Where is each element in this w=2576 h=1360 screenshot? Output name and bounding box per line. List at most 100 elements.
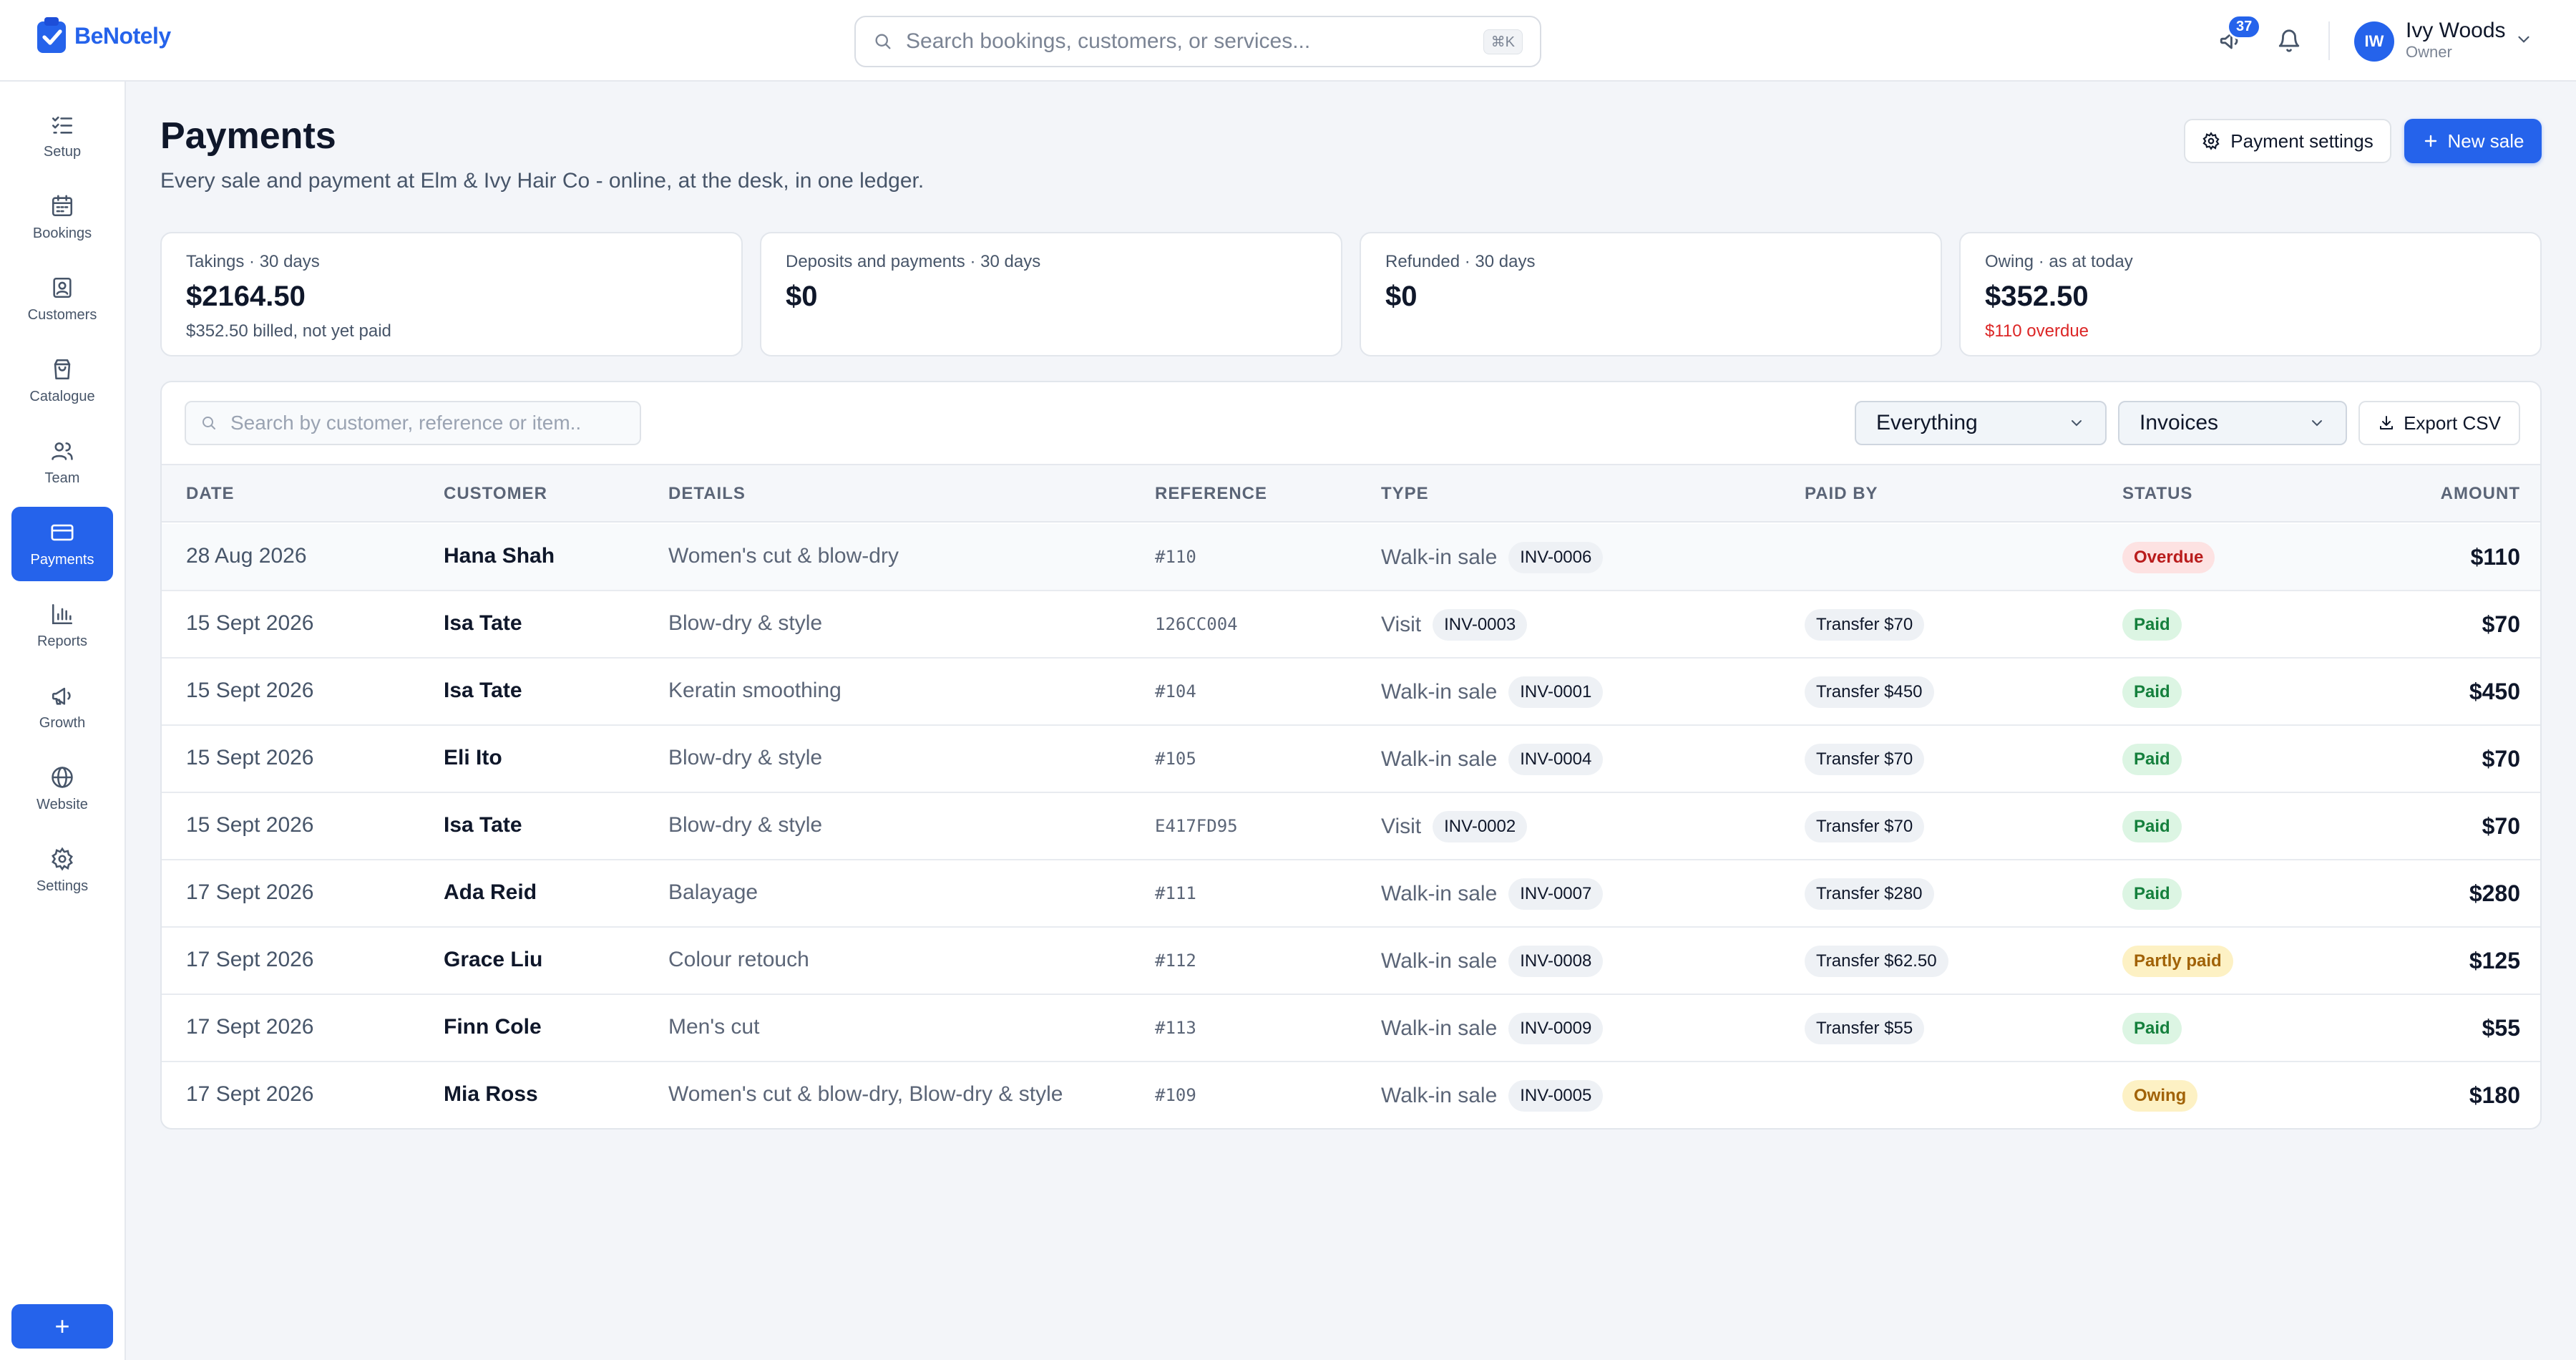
row-customer[interactable]: Hana Shah — [444, 544, 555, 568]
sidebar-item-label: Catalogue — [29, 388, 95, 404]
row-customer[interactable]: Grace Liu — [444, 948, 542, 972]
invoice-chip[interactable]: INV-0005 — [1508, 1080, 1604, 1112]
row-type: Walk-in sale INV-0008 — [1381, 943, 1604, 979]
payment-method-chip: Transfer $62.50 — [1805, 946, 1948, 977]
user-name[interactable]: Ivy Woods — [2406, 19, 2506, 43]
new-sale-label: New sale — [2447, 130, 2524, 152]
notifications-button[interactable] — [2273, 24, 2306, 57]
ledger-search-input[interactable]: Search by customer, reference or item.. — [230, 412, 581, 434]
sidebar-item-bookings[interactable]: Bookings — [11, 180, 113, 255]
invoice-chip[interactable]: INV-0003 — [1433, 609, 1528, 641]
row-reference[interactable]: #111 — [1155, 883, 1196, 903]
table-row[interactable]: 15 Sept 2026 Isa Tate Keratin smoothing #10… — [162, 659, 2540, 726]
row-reference[interactable]: #109 — [1155, 1085, 1196, 1105]
table-row[interactable]: 15 Sept 2026 Isa Tate Blow-dry & style E417… — [162, 793, 2540, 860]
stat-subtext-overdue: $110 overdue — [1985, 321, 2089, 341]
sidebar-item-team[interactable]: Team — [11, 425, 113, 500]
row-reference[interactable]: #110 — [1155, 547, 1196, 567]
table-row[interactable]: 15 Sept 2026 Isa Tate Blow-dry & style 126C… — [162, 591, 2540, 659]
scope-filter-select[interactable]: Everything — [1855, 401, 2107, 445]
column-header-customer[interactable]: CUSTOMER — [444, 484, 547, 504]
row-customer[interactable]: Isa Tate — [444, 679, 522, 703]
column-header-paid-by[interactable]: PAID BY — [1805, 484, 1878, 504]
row-reference[interactable]: #105 — [1155, 749, 1196, 769]
row-date: 17 Sept 2026 — [186, 1082, 314, 1106]
sidebar-item-catalogue[interactable]: Catalogue — [11, 344, 113, 418]
row-status: Paid — [2122, 742, 2182, 777]
row-type-label: Visit — [1381, 815, 1422, 838]
row-type-label: Visit — [1381, 613, 1422, 636]
invoice-chip[interactable]: INV-0001 — [1508, 676, 1604, 708]
status-badge: Paid — [2122, 744, 2182, 775]
sidebar-item-customers[interactable]: Customers — [11, 262, 113, 336]
row-reference[interactable]: E417FD95 — [1155, 816, 1238, 836]
global-search[interactable]: Search bookings, customers, or services.… — [854, 16, 1541, 67]
brand-logo[interactable]: BeNotely — [34, 16, 171, 56]
export-csv-label: Export CSV — [2404, 412, 2501, 434]
global-search-input[interactable]: Search bookings, customers, or services.… — [906, 29, 1483, 54]
invoice-chip[interactable]: INV-0002 — [1433, 811, 1528, 842]
user-avatar[interactable]: IW — [2354, 21, 2394, 62]
top-bar: BeNotely Search bookings, customers, or … — [0, 0, 2576, 82]
sidebar-item-setup[interactable]: Setup — [11, 99, 113, 173]
chevron-down-icon[interactable] — [2514, 30, 2533, 49]
gear-icon — [52, 847, 73, 870]
row-type: Walk-in sale INV-0004 — [1381, 742, 1604, 777]
invoice-chip[interactable]: INV-0007 — [1508, 878, 1604, 910]
payment-settings-button[interactable]: Payment settings — [2184, 119, 2391, 163]
column-header-amount[interactable]: AMOUNT — [2441, 484, 2520, 504]
sidebar-item-label: Reports — [36, 633, 88, 649]
row-customer[interactable]: Isa Tate — [444, 611, 522, 636]
new-sale-button[interactable]: New sale — [2404, 119, 2542, 163]
sidebar-item-growth[interactable]: Growth — [11, 670, 113, 744]
row-reference[interactable]: #113 — [1155, 1018, 1196, 1038]
user-role: Owner — [2406, 43, 2452, 61]
row-customer[interactable]: Mia Ross — [444, 1082, 538, 1107]
row-status: Paid — [2122, 607, 2182, 643]
sidebar-item-settings[interactable]: Settings — [11, 833, 113, 908]
logo-icon — [37, 17, 66, 53]
payment-method-chip: Transfer $70 — [1805, 609, 1925, 641]
row-reference[interactable]: 126CC004 — [1155, 614, 1238, 634]
row-status: Paid — [2122, 876, 2182, 912]
export-csv-button[interactable]: Export CSV — [2358, 401, 2520, 445]
payments-ledger: Search by customer, reference or item.. … — [160, 381, 2542, 1130]
invoice-chip[interactable]: INV-0008 — [1508, 946, 1604, 977]
quick-add-button[interactable]: + — [11, 1304, 113, 1349]
ledger-search[interactable]: Search by customer, reference or item.. — [185, 401, 641, 445]
invoice-chip[interactable]: INV-0009 — [1508, 1013, 1604, 1044]
sidebar-item-payments[interactable]: Payments — [11, 507, 113, 581]
row-customer[interactable]: Ada Reid — [444, 880, 537, 905]
column-header-details[interactable]: DETAILS — [668, 484, 746, 504]
row-reference[interactable]: #104 — [1155, 681, 1196, 701]
row-details: Blow-dry & style — [668, 813, 823, 837]
row-customer[interactable]: Isa Tate — [444, 813, 522, 837]
stat-label: Deposits and payments · 30 days — [786, 252, 1041, 271]
status-badge: Paid — [2122, 1013, 2182, 1044]
row-amount: $70 — [2482, 813, 2520, 839]
sidebar-item-label: Website — [36, 796, 88, 812]
column-header-type[interactable]: TYPE — [1381, 484, 1429, 504]
table-row[interactable]: 17 Sept 2026 Finn Cole Men's cut #113 Walk-i… — [162, 995, 2540, 1062]
checklist-icon — [52, 116, 73, 134]
table-row[interactable]: 28 Aug 2026 Hana Shah Women's cut & blow-d… — [162, 524, 2540, 591]
column-header-status[interactable]: STATUS — [2122, 484, 2192, 504]
row-customer[interactable]: Finn Cole — [444, 1015, 542, 1039]
column-header-date[interactable]: DATE — [186, 484, 235, 504]
calendar-icon — [52, 195, 73, 216]
row-reference[interactable]: #112 — [1155, 951, 1196, 971]
table-row[interactable]: 17 Sept 2026 Ada Reid Balayage #111 Walk-in … — [162, 860, 2540, 928]
sidebar-item-reports[interactable]: Reports — [11, 588, 113, 663]
payment-method-chip: Transfer $70 — [1805, 744, 1925, 775]
table-row[interactable]: 17 Sept 2026 Mia Ross Women's cut & blow-d… — [162, 1062, 2540, 1128]
kind-filter-select[interactable]: Invoices — [2118, 401, 2347, 445]
invoice-chip[interactable]: INV-0004 — [1508, 744, 1604, 775]
column-header-reference[interactable]: REFERENCE — [1155, 484, 1267, 504]
chevron-down-icon — [2312, 420, 2322, 427]
sidebar-item-website[interactable]: Website — [11, 752, 113, 826]
payment-settings-label: Payment settings — [2230, 130, 2373, 152]
table-row[interactable]: 17 Sept 2026 Grace Liu Colour retouch #112 W… — [162, 928, 2540, 995]
table-row[interactable]: 15 Sept 2026 Eli Ito Blow-dry & style #105 W… — [162, 726, 2540, 793]
row-customer[interactable]: Eli Ito — [444, 746, 502, 770]
invoice-chip[interactable]: INV-0006 — [1508, 542, 1604, 573]
